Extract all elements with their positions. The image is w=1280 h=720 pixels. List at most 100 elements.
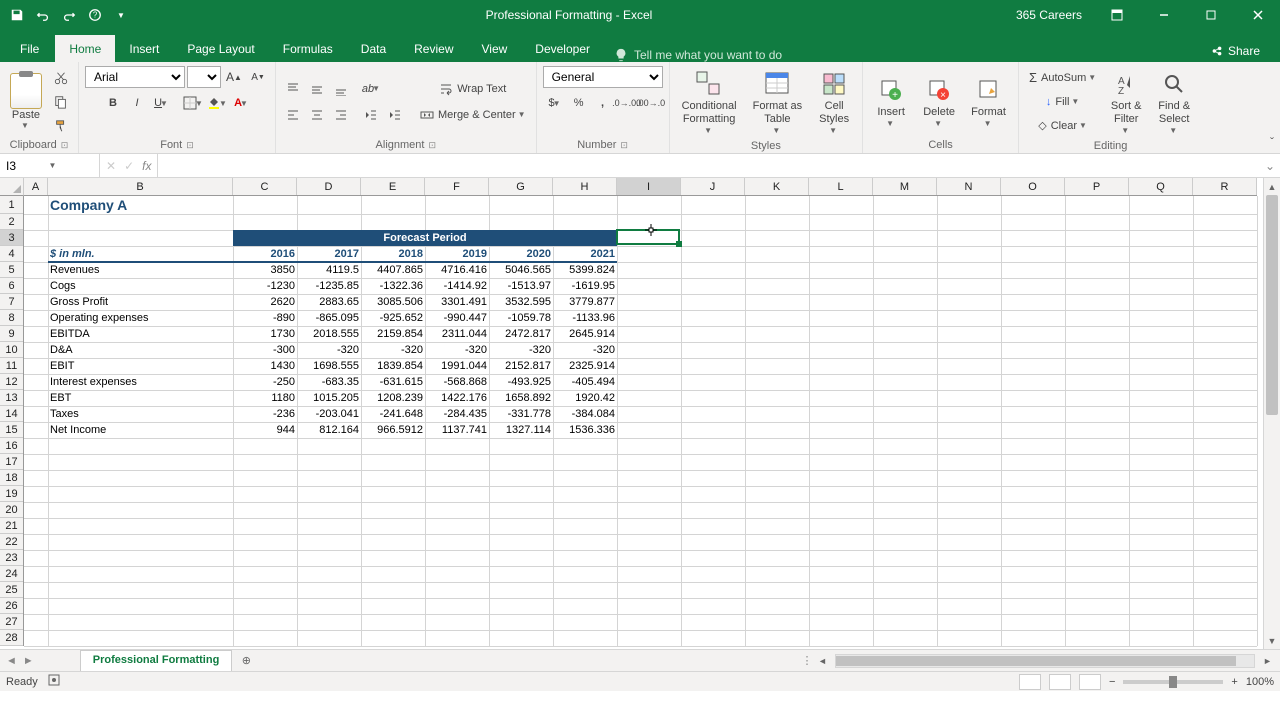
row-headers[interactable]: 1234567891011121314151617181920212223242… xyxy=(0,196,24,646)
col-header-F[interactable]: F xyxy=(425,178,489,195)
scroll-down-icon[interactable]: ▼ xyxy=(1264,632,1280,649)
cancel-formula-icon[interactable]: ✕ xyxy=(106,159,116,173)
cell[interactable]: 2017 xyxy=(297,246,361,262)
sheet-nav-prev-icon[interactable]: ◄ xyxy=(6,655,17,667)
cell[interactable]: 3532.595 xyxy=(489,294,553,310)
cell[interactable]: 812.164 xyxy=(297,422,361,438)
cell[interactable]: 1730 xyxy=(233,326,297,342)
col-header-L[interactable]: L xyxy=(809,178,873,195)
cell[interactable]: 2016 xyxy=(233,246,297,262)
font-launcher-icon[interactable]: ⊡ xyxy=(186,140,194,151)
scroll-left-icon[interactable]: ◄ xyxy=(814,656,831,666)
orientation-icon[interactable]: ab▼ xyxy=(360,78,382,100)
cell[interactable]: $ in mln. xyxy=(48,246,233,262)
row-header-28[interactable]: 28 xyxy=(0,630,23,646)
row-header-4[interactable]: 4 xyxy=(0,246,23,262)
cell[interactable]: -236 xyxy=(233,406,297,422)
alignment-launcher-icon[interactable]: ⊡ xyxy=(428,140,436,151)
wrap-text-button[interactable]: Wrap Text xyxy=(416,78,530,100)
cell[interactable]: 3085.506 xyxy=(361,294,425,310)
cell[interactable]: 3850 xyxy=(233,262,297,278)
row-header-17[interactable]: 17 xyxy=(0,454,23,470)
col-header-J[interactable]: J xyxy=(681,178,745,195)
conditional-formatting-button[interactable]: Conditional Formatting▼ xyxy=(676,66,743,138)
row-header-3[interactable]: 3 xyxy=(0,230,23,246)
col-header-I[interactable]: I xyxy=(617,178,681,195)
name-box[interactable]: I3▼ xyxy=(0,154,100,177)
increase-font-icon[interactable]: A▲ xyxy=(223,66,245,88)
row-header-25[interactable]: 25 xyxy=(0,582,23,598)
sort-filter-button[interactable]: AZSort & Filter▼ xyxy=(1104,66,1148,138)
cell[interactable]: 1991.044 xyxy=(425,358,489,374)
cell[interactable]: -320 xyxy=(361,342,425,358)
cell[interactable]: -1322.36 xyxy=(361,278,425,294)
cell[interactable]: EBIT xyxy=(48,358,233,374)
number-launcher-icon[interactable]: ⊡ xyxy=(620,140,628,151)
cell[interactable]: -865.095 xyxy=(297,310,361,326)
tab-home[interactable]: Home xyxy=(55,35,115,62)
cell[interactable]: 2019 xyxy=(425,246,489,262)
cell[interactable]: 1430 xyxy=(233,358,297,374)
row-header-5[interactable]: 5 xyxy=(0,262,23,278)
row-header-19[interactable]: 19 xyxy=(0,486,23,502)
format-painter-icon[interactable] xyxy=(50,115,72,137)
col-header-G[interactable]: G xyxy=(489,178,553,195)
cell[interactable]: -1230 xyxy=(233,278,297,294)
clear-button[interactable]: ◇Clear▼ xyxy=(1025,115,1100,137)
row-header-26[interactable]: 26 xyxy=(0,598,23,614)
cell[interactable]: 2645.914 xyxy=(553,326,617,342)
align-middle-icon[interactable] xyxy=(306,78,328,100)
fx-icon[interactable]: fx xyxy=(142,159,151,173)
row-header-18[interactable]: 18 xyxy=(0,470,23,486)
cell[interactable]: Forecast Period xyxy=(233,230,617,246)
cell[interactable]: -1513.97 xyxy=(489,278,553,294)
row-header-22[interactable]: 22 xyxy=(0,534,23,550)
share-button[interactable]: Share xyxy=(1200,40,1270,62)
cell[interactable]: 5399.824 xyxy=(553,262,617,278)
cell[interactable]: 1920.42 xyxy=(553,390,617,406)
cell[interactable]: -683.35 xyxy=(297,374,361,390)
row-header-1[interactable]: 1 xyxy=(0,196,23,214)
font-color-icon[interactable]: A▼ xyxy=(230,92,252,114)
expand-formula-bar-icon[interactable]: ⌄ xyxy=(1260,154,1280,177)
comma-icon[interactable]: , xyxy=(592,92,614,114)
cell[interactable]: -320 xyxy=(297,342,361,358)
hscroll-thumb[interactable] xyxy=(836,656,1236,666)
increase-indent-icon[interactable] xyxy=(384,104,406,126)
row-header-16[interactable]: 16 xyxy=(0,438,23,454)
bold-icon[interactable]: B xyxy=(102,92,124,114)
cell[interactable]: 3779.877 xyxy=(553,294,617,310)
insert-cells-button[interactable]: +Insert▼ xyxy=(869,72,913,131)
row-header-9[interactable]: 9 xyxy=(0,326,23,342)
borders-icon[interactable]: ▼ xyxy=(182,92,204,114)
cell[interactable]: 2472.817 xyxy=(489,326,553,342)
accounting-icon[interactable]: $▼ xyxy=(544,92,566,114)
col-header-B[interactable]: B xyxy=(48,178,233,195)
zoom-out-icon[interactable]: − xyxy=(1109,676,1115,688)
cell[interactable]: EBT xyxy=(48,390,233,406)
tab-data[interactable]: Data xyxy=(347,35,400,62)
sheet-nav-next-icon[interactable]: ► xyxy=(23,655,34,667)
cells-area[interactable]: Company AForecast Period$ in mln.2016201… xyxy=(24,196,1263,646)
col-header-K[interactable]: K xyxy=(745,178,809,195)
align-top-icon[interactable] xyxy=(282,78,304,100)
tab-page-layout[interactable]: Page Layout xyxy=(173,35,268,62)
cell[interactable]: 1422.176 xyxy=(425,390,489,406)
scroll-up-icon[interactable]: ▲ xyxy=(1264,178,1280,195)
percent-icon[interactable]: % xyxy=(568,92,590,114)
vscroll-thumb[interactable] xyxy=(1266,195,1278,415)
zoom-level[interactable]: 100% xyxy=(1246,676,1274,688)
maximize-icon[interactable] xyxy=(1188,0,1233,30)
qat-customize-icon[interactable]: ▼ xyxy=(110,4,132,26)
row-header-23[interactable]: 23 xyxy=(0,550,23,566)
cell[interactable]: 944 xyxy=(233,422,297,438)
decrease-font-icon[interactable]: A▼ xyxy=(247,66,269,88)
tab-review[interactable]: Review xyxy=(400,35,467,62)
cell[interactable]: Revenues xyxy=(48,262,233,278)
align-left-icon[interactable] xyxy=(282,104,304,126)
cell[interactable]: -493.925 xyxy=(489,374,553,390)
cell[interactable]: 3301.491 xyxy=(425,294,489,310)
cell[interactable]: 4716.416 xyxy=(425,262,489,278)
cut-icon[interactable] xyxy=(50,67,72,89)
cell[interactable]: -631.615 xyxy=(361,374,425,390)
